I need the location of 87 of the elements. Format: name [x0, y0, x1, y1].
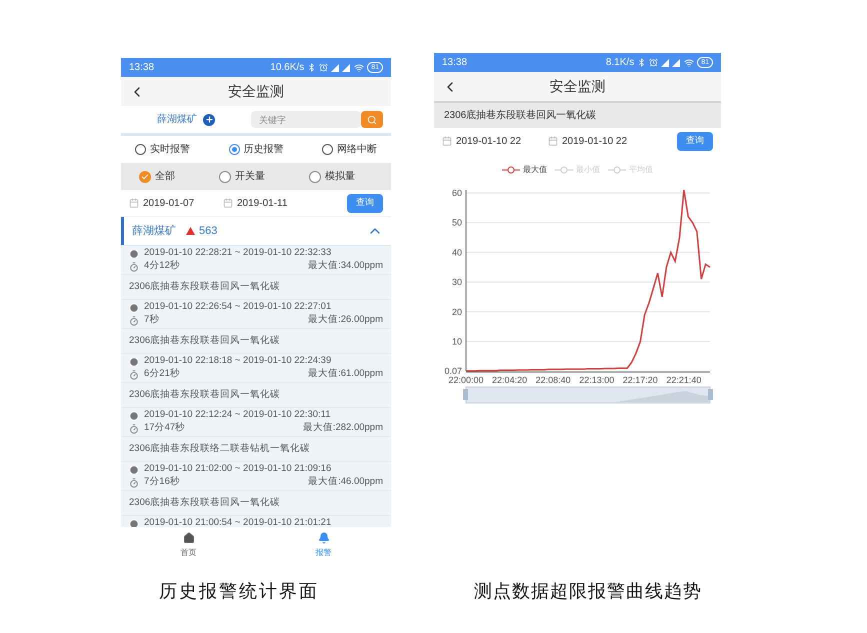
y-tick-label: 30	[452, 277, 462, 288]
screen-title: 安全监测	[550, 77, 606, 96]
max-value: 最大值:46.00ppm	[308, 475, 383, 490]
bell-icon	[318, 532, 330, 544]
timer-icon	[129, 370, 139, 380]
legend-item[interactable]: 最大值	[502, 162, 547, 178]
y-tick-label: 10	[452, 336, 462, 346]
start-date-field[interactable]: 2019-01-10 22	[456, 134, 548, 148]
end-date-field[interactable]: 2019-01-11	[237, 196, 288, 210]
status-speed: 8.1K/s	[606, 56, 634, 70]
alarm-duration: 6分21秒	[144, 367, 180, 382]
timer-icon	[129, 262, 139, 272]
x-tick-label: 22:08:40	[536, 375, 571, 385]
x-tick-label: 22:04:20	[492, 375, 528, 385]
sensor-name: 2306底抽巷东段联络二联巷钻机一氧化碳	[129, 442, 310, 456]
timer-icon	[129, 316, 139, 326]
group-name: 薛湖煤矿	[132, 224, 176, 239]
alarm-type-radio[interactable]: 历史报警	[228, 142, 284, 157]
right-caption: 测点数据超限报警曲线趋势	[473, 580, 703, 604]
x-tick-label: 22:00:00	[448, 375, 484, 385]
end-date-field[interactable]: 2019-01-10 22	[562, 134, 628, 148]
alarm-time-range: 2019-01-10 22:18:18 ~ 2019-01-10 22:24:39	[144, 354, 332, 368]
sensor-name: 2306底抽巷东段联巷回风一氧化碳	[129, 280, 280, 294]
alarm-count: 563	[199, 224, 218, 239]
alarm-duration: 4分12秒	[144, 259, 180, 274]
alarm-type-radio[interactable]: 网络中断	[322, 142, 377, 157]
y-tick-label: 40	[452, 247, 462, 258]
nav-tab[interactable]: 首页	[121, 527, 256, 563]
left-caption: 历史报警统计界面	[158, 580, 320, 604]
x-tick-label: 22:21:40	[666, 375, 702, 385]
alarm-time-range: 2019-01-10 21:02:00 ~ 2019-01-10 21:09:16	[144, 462, 332, 476]
sensor-name: 2306底抽巷东段联巷回风一氧化碳	[129, 334, 280, 348]
status-time: 13:38	[129, 61, 154, 75]
sensor-name: 2306底抽巷东段联巷回风一氧化碳	[129, 388, 280, 402]
legend-marker-icon	[502, 166, 520, 174]
filter-radio[interactable]: 开关量	[219, 169, 265, 184]
mine-label: 薛湖煤矿	[157, 112, 197, 127]
mine-group-header[interactable]: 薛湖煤矿 563	[121, 217, 391, 245]
alarm-time-range: 2019-01-10 22:28:21 ~ 2019-01-10 22:32:33	[144, 246, 332, 260]
alarm-time-range: 2019-01-10 22:12:24 ~ 2019-01-10 22:30:11	[144, 408, 331, 422]
alarm-time-range: 2019-01-10 21:00:54 ~ 2019-01-10 21:01:21	[144, 516, 332, 527]
y-tick-label: 0.07	[444, 366, 462, 376]
y-tick-label: 20	[452, 306, 462, 317]
filter-radio[interactable]: 全部	[139, 169, 175, 184]
start-date-field[interactable]: 2019-01-07	[143, 196, 223, 210]
alarm-type-radio[interactable]: 实时报警	[135, 142, 190, 157]
y-tick-label: 50	[452, 218, 462, 228]
wifi-icon	[354, 62, 364, 72]
calendar-icon	[442, 136, 452, 146]
timer-icon	[129, 424, 139, 434]
max-value: 最大值:26.00ppm	[308, 313, 383, 328]
status-speed: 10.6K/s	[270, 61, 304, 75]
bluetooth-icon	[637, 58, 646, 67]
max-value: 最大值:282.00ppm	[302, 421, 383, 436]
alarm-duration: 7秒	[144, 313, 160, 328]
add-icon[interactable]	[203, 114, 215, 126]
check-icon	[141, 172, 149, 180]
legend-marker-icon	[555, 166, 573, 174]
warning-icon	[186, 227, 195, 235]
zoom-slider[interactable]	[463, 386, 713, 404]
alarm-clock-icon	[319, 63, 328, 72]
max-value: 最大值:61.00ppm	[308, 367, 383, 382]
bluetooth-icon	[307, 63, 316, 72]
filter-radio[interactable]: 模拟量	[309, 169, 355, 184]
alarm-duration: 7分16秒	[144, 475, 180, 490]
alarm-clock-icon	[649, 58, 658, 67]
alarm-duration: 17分47秒	[144, 421, 186, 436]
calendar-icon	[548, 136, 558, 146]
timer-icon	[129, 478, 139, 488]
sensor-name: 2306底抽巷东段联巷回风一氧化碳	[129, 496, 280, 510]
calendar-icon	[129, 198, 139, 208]
search-icon	[367, 114, 377, 124]
x-tick-label: 22:13:00	[579, 375, 614, 385]
y-tick-label: 60	[452, 188, 462, 198]
status-time: 13:38	[442, 56, 468, 70]
x-tick-label: 22:17:20	[622, 375, 658, 385]
search-field[interactable]: 关键字	[251, 111, 361, 128]
calendar-icon	[223, 198, 233, 208]
signal-icon	[331, 64, 352, 72]
sensor-title: 2306底抽巷东段联巷回风一氧化碳	[444, 108, 596, 123]
legend-marker-icon	[608, 166, 626, 174]
screen-title: 安全监测	[228, 82, 284, 101]
alarm-time-range: 2019-01-10 22:26:54 ~ 2019-01-10 22:27:01	[144, 300, 332, 314]
home-icon	[182, 532, 194, 544]
max-value: 最大值:34.00ppm	[308, 259, 383, 274]
wifi-icon	[684, 58, 694, 68]
signal-icon	[661, 58, 682, 66]
